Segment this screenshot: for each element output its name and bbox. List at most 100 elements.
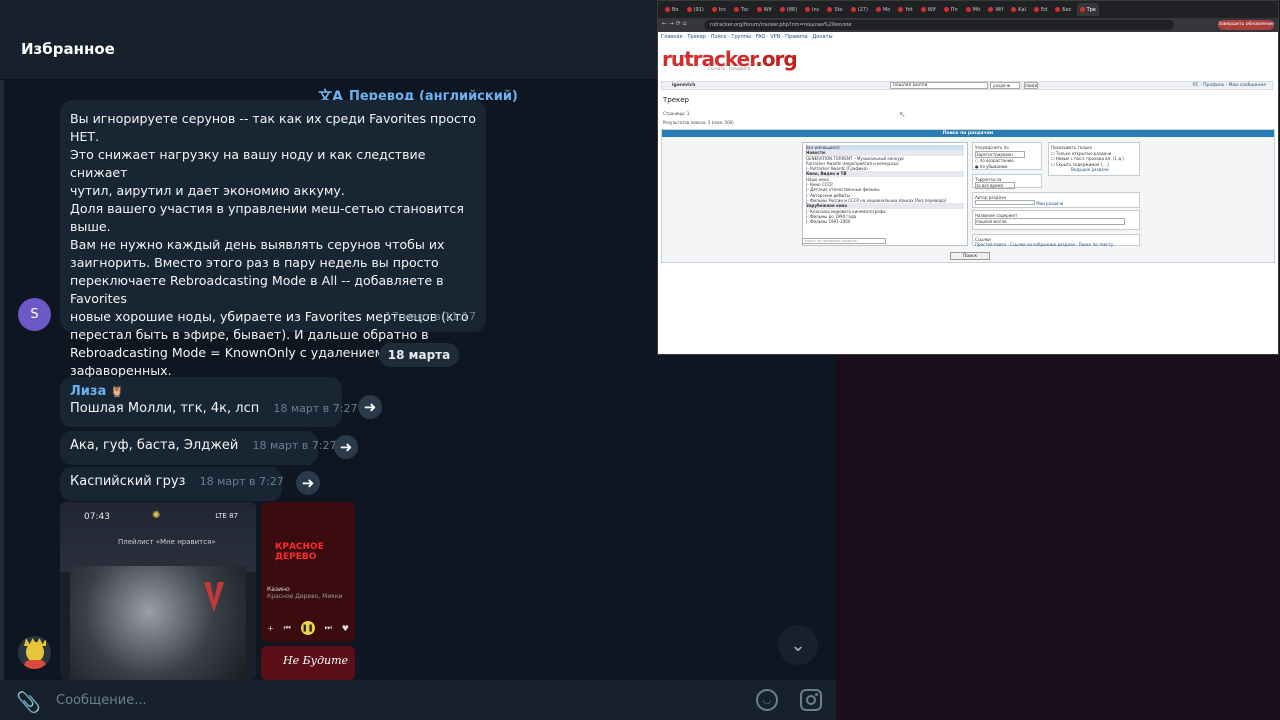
browser-tab[interactable]: Yot [895,3,915,16]
tab-label: Wif [995,6,1004,13]
browser-tab[interactable]: Bo [662,3,682,16]
photo-phone-screenshot[interactable]: 07:43 ✺ LTE 87 Плейлист «Мне нравится» [60,502,256,680]
tab-favicon [988,7,994,12]
tab-label: Бес [1062,6,1072,13]
tab-favicon [898,7,904,12]
tab-label: Sto [834,6,843,13]
message-input-bar[interactable]: 📎 Сообщение... ◡ [0,680,836,720]
red-cover-2-text: Не Будите [283,654,349,667]
tab-favicon [965,7,971,12]
add-icon: + [267,623,274,633]
mouse-cursor-icon: ↖ [899,110,906,119]
browser-tab[interactable]: Kal [1008,3,1029,16]
camera-icon[interactable] [800,689,822,711]
scroll-down-button[interactable]: ⌄ [778,625,818,665]
site-search-input[interactable]: пошлая молли [890,82,988,89]
browser-tab[interactable]: Mo [873,3,893,16]
message-text: Вы игнорируете серунов -- так как их сре… [70,111,476,378]
browser-tab[interactable]: Wif [754,3,775,16]
tab-favicon [920,7,926,12]
emoji-icon[interactable]: ◡ [756,689,778,711]
tab-favicon [805,7,811,12]
browser-tab[interactable]: Wif [985,3,1006,16]
browser-tab[interactable]: Inc [802,3,822,16]
browser-tab[interactable]: Inc [709,3,729,16]
browser-tab[interactable]: Пл [941,3,961,16]
phone-network: LTE 87 [215,512,238,520]
forward-icon[interactable]: ➜ [334,435,358,459]
browser-tab-strip: Bo (91) Inc Tsc Wif (88) Inc Sto (27) Mo Yot Wif Пл M… [658,1,1278,18]
tab-label: Inc [718,6,727,13]
desktop-background [836,355,1280,720]
page-title: Трекер [663,96,690,104]
site-top-nav[interactable]: Главная · Трекер · Поиск · Группы · FAQ … [661,34,833,40]
tab-label: Wif [927,6,936,13]
pause-icon: ❚❚ [300,621,315,635]
show-only-options[interactable]: Показывать только ☐ Только открытые разд… [1048,142,1140,176]
category-list[interactable]: Все имеющиеся Новости GENERATION.TORRENT –… [802,142,968,246]
message-input[interactable]: Сообщение... [56,693,147,708]
site-user-bar: igorevich пошлая молли раздачи поиск ЛС … [661,81,1273,90]
browser-tab[interactable]: Wif [918,3,939,16]
tab-favicon [850,7,856,12]
message-text: Каспийский груз [70,474,186,489]
tab-label: Bo [672,6,679,13]
site-search-button[interactable]: поиск [1024,82,1038,89]
avatar[interactable]: S [18,298,51,331]
message-time: 18 март в 7:27 [273,402,358,415]
message-author[interactable]: Лиза [70,384,106,399]
tab-label: (27) [857,6,868,13]
browser-tab[interactable]: (91) [684,3,707,16]
author-emoji: 🦉 [110,385,125,398]
search-links[interactable]: Ссылки Простой поиск · Ссылки на избранн… [972,234,1140,247]
message-text: Пошлая Молли, тгк, 4к, лсп [70,401,260,416]
tab-favicon [686,7,692,12]
torrents-for-select[interactable]: Торренты за за все время [972,174,1042,189]
category-search-input[interactable]: поиск по названию раздела [802,238,886,244]
author-field[interactable]: Автор раздачи Мои раздачи [972,192,1140,208]
browser-window[interactable]: Bo (91) Inc Tsc Wif (88) Inc Sto (27) Mo Yot Wif Пл M… [657,0,1279,355]
browser-tab[interactable]: Бес [1052,3,1074,16]
update-button[interactable]: Завершить обновление [1218,20,1274,30]
tab-label: Yot [905,6,913,13]
photo-red-cover[interactable]: КРАСНОЕ ДЕРЕВО Казино Красное Дерево, Ми… [261,502,355,642]
browser-tab[interactable]: (88) [777,3,800,16]
attach-icon[interactable]: 📎 [16,690,41,714]
address-bar[interactable]: rutracker.org/forum/tracker.php?nm=пошла… [704,20,1174,30]
tab-favicon [756,7,762,12]
results-count: Результатов поиска: 5 (max: 500) [663,120,734,125]
message-bubble[interactable]: Ака, гуф, баста, Элджей 18 март в 7:27 [60,431,337,465]
title-field[interactable]: Название содержит пошлая молли [972,210,1140,230]
tab-favicon [779,7,785,12]
message-bubble[interactable]: Вы игнорируете серунов -- так как их сре… [60,100,486,378]
site-search-scope[interactable]: раздачи [990,82,1020,89]
search-panel: Поиск по раздачам Все имеющиеся Новости GE… [661,129,1275,263]
tab-favicon [1011,7,1017,12]
browser-tab[interactable]: Tpe [1076,3,1099,16]
browser-tab[interactable]: Ed [1031,3,1050,16]
tab-label: Wif [763,6,772,13]
browser-tab[interactable]: Mit [963,3,984,16]
photo-red-cover-2[interactable]: Не Будите [261,646,355,680]
user-menu-links[interactable]: ЛС · Профиль · Мои сообщения [1192,83,1266,88]
phone-playlist-title: Плейлист «Мне нравится» [118,538,216,546]
user-link[interactable]: igorevich [672,83,695,88]
tab-favicon [1079,7,1085,12]
sort-options[interactable]: Упорядочить по Зарегистрирован ○ по возр… [972,142,1042,170]
prev-icon: ⏮ [283,623,291,632]
message-bubble[interactable]: Лиза 🦉 Пошлая Молли, тгк, 4к, лсп 18 мар… [60,377,357,427]
tab-label: Пл [950,6,958,13]
search-submit-button[interactable]: Поиск [950,252,990,260]
category-item[interactable]: |- Фильмы 1991-2000 [806,219,964,224]
avatar[interactable] [18,636,51,669]
chat-title: Избранное [21,40,115,58]
browser-tab[interactable]: Sto [824,3,845,16]
browser-tab[interactable]: (27) [848,3,871,16]
forward-icon[interactable]: ➜ [358,395,382,419]
message-time: 18 март в 7:27 [252,439,337,452]
message-bubble[interactable]: Каспийский груз 18 март в 7:27 [60,467,284,501]
tab-label: Mo [882,6,891,13]
browser-tab[interactable]: Tsc [731,3,752,16]
forward-icon[interactable]: ➜ [296,471,320,495]
nav-buttons[interactable]: ← → ⟳ ⌂ [662,20,687,27]
